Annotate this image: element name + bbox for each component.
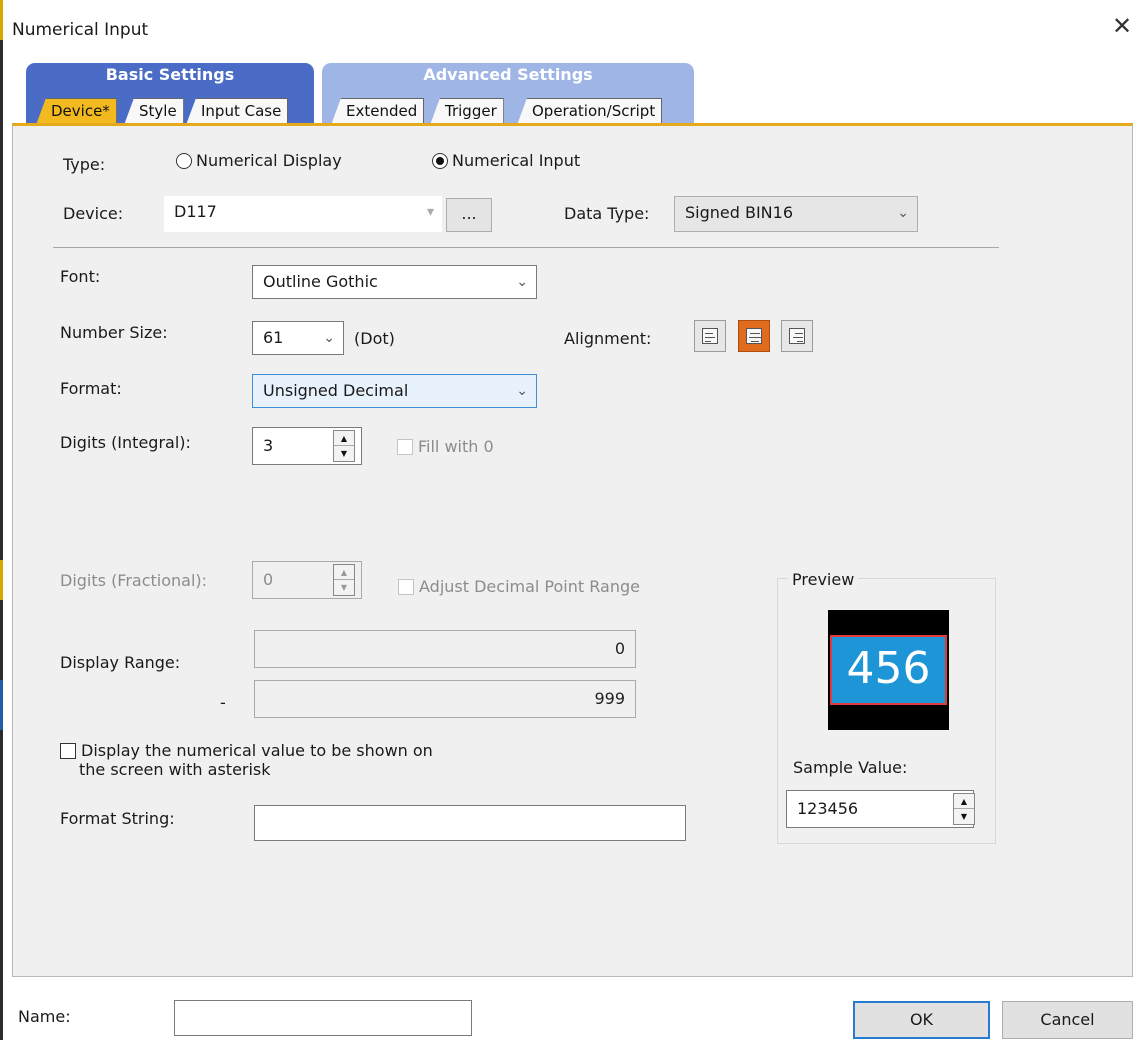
device-value: D117 (174, 202, 217, 221)
align-center-button[interactable] (738, 320, 770, 352)
display-range-min-input[interactable]: 0 (254, 630, 636, 668)
tab-device[interactable]: Device* (36, 98, 117, 125)
asterisk-label-line1: Display the numerical value to be shown … (81, 741, 433, 760)
display-range-label: Display Range: (60, 653, 181, 672)
digits-integral-stepper[interactable]: ▲ ▼ (333, 430, 355, 462)
chevron-down-icon[interactable]: ▾ (427, 196, 434, 228)
sample-value-input[interactable]: 123456 (786, 790, 974, 828)
arrow-down-icon[interactable]: ▼ (334, 580, 354, 595)
name-label: Name: (18, 1007, 71, 1026)
tab-operation-script[interactable]: Operation/Script (517, 98, 663, 125)
basic-settings-label: Basic Settings (105, 65, 235, 84)
chevron-down-icon: ⌄ (516, 274, 528, 290)
radio-numerical-display-label: Numerical Display (196, 151, 342, 170)
tab-style[interactable]: Style (124, 98, 184, 125)
format-select[interactable]: Unsigned Decimal ⌄ (252, 374, 537, 408)
name-input[interactable] (174, 1000, 472, 1036)
data-type-label: Data Type: (564, 204, 650, 223)
cancel-button[interactable]: Cancel (1002, 1001, 1133, 1039)
format-string-input[interactable] (254, 805, 686, 841)
ok-button[interactable]: OK (853, 1001, 990, 1039)
arrow-up-icon[interactable]: ▲ (334, 431, 354, 446)
alignment-label: Alignment: (564, 329, 652, 348)
divider (53, 247, 999, 248)
window-title: Numerical Input (12, 20, 149, 40)
window-edge (0, 0, 3, 1040)
tab-trigger[interactable]: Trigger (430, 98, 504, 125)
display-range-max-input[interactable]: 999 (254, 680, 636, 718)
sample-value-label: Sample Value: (793, 758, 908, 777)
arrow-up-icon[interactable]: ▲ (334, 565, 354, 580)
number-size-label: Number Size: (60, 323, 168, 342)
digits-integral-label: Digits (Integral): (60, 433, 191, 452)
preview-number: 456 (830, 635, 947, 705)
sample-value: 123456 (797, 799, 859, 818)
format-value: Unsigned Decimal (263, 381, 409, 400)
digits-fractional-label: Digits (Fractional): (60, 571, 208, 590)
tab-extended[interactable]: Extended (331, 98, 425, 125)
radio-numerical-display[interactable]: Numerical Display (176, 151, 342, 170)
asterisk-label-line2: the screen with asterisk (79, 760, 271, 779)
preview-title: Preview (788, 570, 859, 589)
asterisk-checkbox[interactable]: Display the numerical value to be shown … (60, 741, 433, 779)
checkbox-icon (60, 743, 76, 759)
radio-numerical-input-label: Numerical Input (452, 151, 581, 170)
tab-input-case[interactable]: Input Case (186, 98, 289, 125)
align-right-button[interactable] (781, 320, 813, 352)
device-browse-button[interactable]: ... (446, 198, 492, 232)
preview-image: 456 (828, 610, 949, 730)
arrow-down-icon[interactable]: ▼ (954, 809, 974, 824)
advanced-settings-label: Advanced Settings (423, 65, 593, 84)
sample-value-stepper[interactable]: ▲ ▼ (953, 793, 975, 825)
arrow-up-icon[interactable]: ▲ (954, 794, 974, 809)
radio-numerical-input[interactable]: Numerical Input (432, 151, 580, 170)
radio-icon (176, 153, 192, 169)
display-range-min-value: 0 (614, 639, 625, 658)
fill-with-zero-label: Fill with 0 (418, 437, 494, 456)
font-label: Font: (60, 267, 101, 286)
checkbox-icon (398, 579, 414, 595)
chevron-down-icon: ⌄ (516, 383, 528, 399)
font-select[interactable]: Outline Gothic ⌄ (252, 265, 537, 299)
font-value: Outline Gothic (263, 272, 378, 291)
digits-fractional-stepper[interactable]: ▲ ▼ (333, 564, 355, 596)
display-range-max-value: 999 (594, 689, 625, 708)
format-string-label: Format String: (60, 809, 175, 828)
number-size-select[interactable]: 61 ⌄ (252, 321, 344, 355)
format-label: Format: (60, 379, 122, 398)
number-size-value: 61 (263, 328, 284, 347)
align-left-button[interactable] (694, 320, 726, 352)
digits-integral-value: 3 (263, 436, 274, 455)
arrow-down-icon[interactable]: ▼ (334, 446, 354, 461)
adjust-decimal-label: Adjust Decimal Point Range (419, 577, 640, 596)
number-size-unit: (Dot) (354, 329, 395, 348)
digits-fractional-value: 0 (263, 570, 274, 589)
checkbox-icon (397, 439, 413, 455)
type-label: Type: (63, 155, 106, 174)
device-input[interactable]: D117 ▾ (164, 196, 442, 232)
radio-selected-icon (432, 153, 448, 169)
range-separator: - (220, 693, 226, 712)
fill-with-zero-checkbox[interactable]: Fill with 0 (397, 437, 494, 456)
adjust-decimal-checkbox[interactable]: Adjust Decimal Point Range (398, 577, 640, 596)
chevron-down-icon: ⌄ (323, 330, 335, 346)
data-type-value: Signed BIN16 (685, 203, 794, 222)
settings-panel (12, 123, 1133, 977)
close-icon[interactable]: ✕ (1112, 14, 1132, 38)
device-label: Device: (63, 204, 124, 223)
chevron-down-icon: ⌄ (897, 205, 909, 221)
data-type-select[interactable]: Signed BIN16 ⌄ (674, 196, 918, 232)
